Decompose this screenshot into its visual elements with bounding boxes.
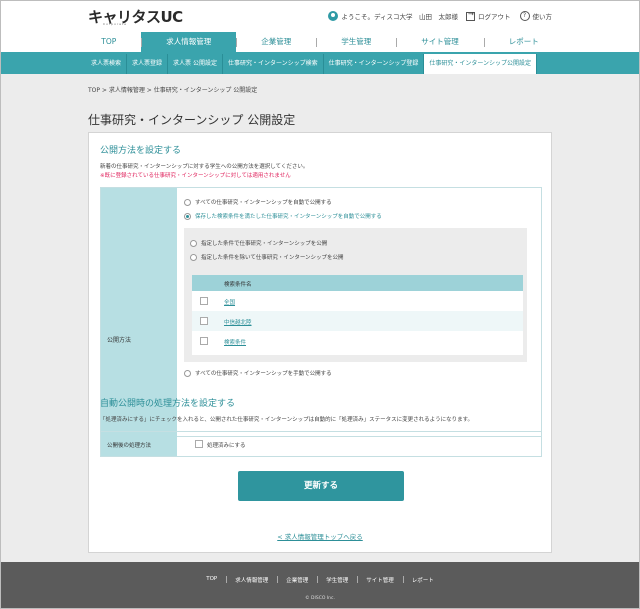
row-checkbox[interactable] (200, 337, 208, 345)
gnav-top[interactable]: TOP (76, 32, 141, 54)
condition-link[interactable]: 中信越北陸 (224, 318, 252, 326)
row-checkbox[interactable] (200, 317, 208, 325)
radio-icon[interactable] (184, 198, 191, 206)
radio-auto-conditions[interactable]: 保存した検索条件を満たした仕事研究・インターンシップを自動で公開する (184, 212, 382, 220)
radio-label: すべての仕事研究・インターンシップを自動で公開する (195, 200, 332, 206)
radio-auto-all[interactable]: すべての仕事研究・インターンシップを自動で公開する (184, 198, 332, 206)
conditions-box: 指定した条件で仕事研究・インターンシップを公開 指定した条件を除いて仕事研究・イ… (184, 228, 527, 362)
sub-nav: 求人票検索 求人票登録 求人票 公開設定 仕事研究・インターンシップ検索 仕事研… (0, 54, 640, 74)
header: キャリタスUC Corporate ようこそ。ディスコ大学 山田 太郎様 ログア… (0, 0, 640, 32)
copyright: © DISCO Inc. (305, 596, 335, 601)
conditions-header-label: 検索条件名 (224, 282, 252, 288)
footer-nav: TOP 求人情報管理 企業管理 学生管理 サイト管理 レポート (0, 576, 640, 584)
update-button[interactable]: 更新する (238, 471, 404, 501)
radio-label: すべての仕事研究・インターンシップを手動で公開する (195, 371, 332, 377)
page-title: 仕事研究・インターンシップ 公開設定 (88, 113, 296, 127)
radio-icon[interactable] (184, 369, 191, 377)
user-icon (328, 11, 339, 21)
global-nav: TOP 求人情報管理 企業管理 学生管理 サイト管理 レポート (0, 32, 640, 54)
settings-panel: 公開方法を設定する 新着の仕事研究・インターンシップに対する学生への公開方法を選… (88, 132, 552, 553)
snav-job-search[interactable]: 求人票検索 (86, 54, 128, 74)
radio-label: 指定した条件を除いて仕事研究・インターンシップを公開 (201, 255, 344, 261)
footer-link-top[interactable]: TOP (197, 576, 226, 584)
snav-intern-publish[interactable]: 仕事研究・インターンシップ公開設定 (424, 54, 538, 74)
snav-intern-register[interactable]: 仕事研究・インターンシップ登録 (324, 54, 425, 74)
footer-link-report[interactable]: レポート (402, 576, 443, 584)
radio-icon[interactable] (190, 253, 197, 261)
gnav-report[interactable]: レポート (483, 32, 564, 54)
gnav-job-info[interactable]: 求人情報管理 (141, 32, 237, 54)
gnav-company[interactable]: 企業管理 (236, 32, 316, 54)
radio-label: 指定した条件で仕事研究・インターンシップを公開 (201, 241, 328, 247)
radio-checked-icon[interactable] (184, 212, 191, 220)
condition-link[interactable]: 検索条件 (224, 338, 246, 346)
user-area: ようこそ。ディスコ大学 山田 太郎様 ログアウト ? 使い方 (328, 10, 553, 21)
publish-method-label: 公開方法 (107, 337, 132, 344)
section1-desc: 新着の仕事研究・インターンシップに対する学生への公開方法を選択してください。 (100, 164, 309, 170)
radio-label: 保存した検索条件を満たした仕事研究・インターンシップを自動で公開する (195, 214, 382, 220)
condition-link[interactable]: 全国 (224, 298, 235, 306)
radio-manual[interactable]: すべての仕事研究・インターンシップを手動で公開する (184, 369, 332, 377)
table-row: 全国 (192, 291, 523, 311)
section2-title: 自動公開時の処理方法を設定する (100, 399, 236, 409)
welcome-text: ようこそ。ディスコ大学 山田 太郎様 (341, 13, 458, 21)
footer-link-company[interactable]: 企業管理 (277, 576, 317, 584)
row-checkbox[interactable] (200, 297, 208, 305)
radio-include-conditions[interactable]: 指定した条件で仕事研究・インターンシップを公開 (190, 239, 327, 247)
breadcrumb: TOP > 求人情報管理 > 仕事研究・インターンシップ 公開設定 (88, 87, 258, 94)
section1-warning: ※既に登録されている仕事研究・インターンシップに対しては適用されません (100, 173, 291, 179)
gnav-student[interactable]: 学生管理 (316, 32, 396, 54)
logout-link[interactable]: ログアウト (478, 11, 511, 21)
logo-subtext: Corporate (103, 22, 127, 26)
table-row: 中信越北陸 (192, 311, 523, 331)
snav-job-publish[interactable]: 求人票 公開設定 (168, 54, 223, 74)
conditions-header: 検索条件名 (192, 275, 523, 291)
conditions-table: 検索条件名 全国 中信越北陸 検索条件 (192, 275, 523, 355)
section2-desc: 「処理済みにする」にチェックを入れると、公開された仕事研究・インターンシップは自… (100, 417, 474, 423)
post-publish-table: 公開後の処理方法 処理済みにする (100, 431, 542, 457)
help-link[interactable]: 使い方 (533, 11, 553, 21)
footer-link-student[interactable]: 学生管理 (317, 576, 357, 584)
help-icon[interactable]: ? (519, 11, 530, 21)
footer-link-job-info[interactable]: 求人情報管理 (226, 576, 277, 584)
post-publish-label: 公開後の処理方法 (107, 443, 152, 449)
radio-exclude-conditions[interactable]: 指定した条件を除いて仕事研究・インターンシップを公開 (190, 253, 344, 261)
footer: TOP 求人情報管理 企業管理 学生管理 サイト管理 レポート © DISCO … (0, 562, 640, 609)
table-row: 検索条件 (192, 331, 523, 351)
radio-icon[interactable] (190, 239, 197, 247)
post-publish-label-cell: 公開後の処理方法 (101, 432, 177, 456)
back-link[interactable]: < 求人情報管理トップへ戻る (0, 531, 640, 541)
mark-processed-checkbox[interactable] (195, 440, 203, 448)
mark-processed-label[interactable]: 処理済みにする (207, 441, 246, 449)
snav-job-register[interactable]: 求人票登録 (127, 54, 169, 74)
section1-title: 公開方法を設定する (100, 146, 182, 156)
logout-icon[interactable] (466, 10, 475, 21)
footer-link-site[interactable]: サイト管理 (357, 576, 403, 584)
gnav-site[interactable]: サイト管理 (396, 32, 484, 54)
snav-intern-search[interactable]: 仕事研究・インターンシップ検索 (223, 54, 324, 74)
